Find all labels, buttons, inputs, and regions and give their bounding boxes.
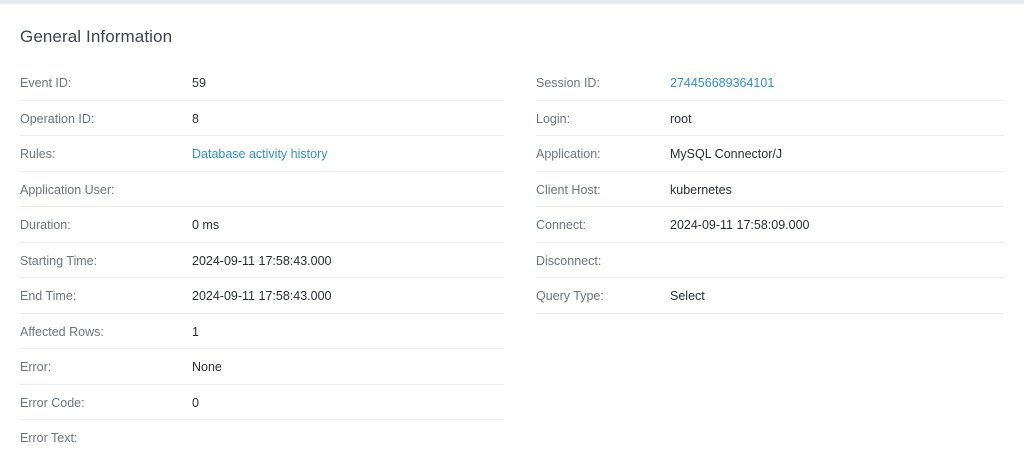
row-error-code: Error Code: 0 (20, 385, 504, 420)
client-host-value: kubernetes (670, 182, 732, 197)
connect-value: 2024-09-11 17:58:09.000 (670, 218, 810, 232)
top-strip (0, 0, 1024, 4)
event-id-label: Event ID: (20, 76, 72, 90)
client-host-label: Client Host: (536, 182, 601, 197)
row-client-host: Client Host: kubernetes (536, 172, 1004, 207)
affected-rows-value: 1 (192, 324, 199, 339)
row-event-id: Event ID: 59 (20, 65, 504, 101)
row-error: Error: None (20, 349, 504, 385)
starting-time-label: Starting Time: (20, 253, 98, 268)
connect-label: Connect: (536, 218, 587, 232)
end-time-label: End Time: (20, 289, 77, 303)
row-starting-time: Starting Time: 2024-09-11 17:58:43.000 (20, 243, 504, 278)
error-label: Error: (20, 360, 52, 374)
session-id-link[interactable]: 274456689364101 (670, 76, 774, 90)
application-value: MySQL Connector/J (670, 147, 783, 161)
row-disconnect: Disconnect: (536, 243, 1004, 278)
row-query-type: Query Type: Select (536, 278, 1004, 314)
application-label: Application: (536, 147, 601, 161)
login-label: Login: (536, 111, 571, 126)
query-type-label: Query Type: (536, 289, 604, 303)
row-application: Application: MySQL Connector/J (536, 136, 1004, 172)
row-session-id: Session ID: 274456689364101 (536, 65, 1004, 101)
row-duration: Duration: 0 ms (20, 207, 504, 243)
row-affected-rows: Affected Rows: 1 (20, 314, 504, 349)
row-error-text: Error Text: (20, 420, 504, 456)
duration-label: Duration: (20, 218, 71, 232)
row-end-time: End Time: 2024-09-11 17:58:43.000 (20, 278, 504, 314)
row-application-user: Application User: (20, 172, 504, 207)
session-id-label: Session ID: (536, 76, 600, 90)
operation-id-label: Operation ID: (20, 111, 95, 126)
row-connect: Connect: 2024-09-11 17:58:09.000 (536, 207, 1004, 243)
operation-id-value: 8 (192, 111, 199, 126)
right-column: Session ID: 274456689364101 Login: root … (536, 65, 1004, 314)
error-code-label: Error Code: (20, 395, 85, 410)
section-title: General Information (20, 27, 173, 46)
end-time-value: 2024-09-11 17:58:43.000 (192, 289, 332, 303)
rules-link[interactable]: Database activity history (192, 147, 327, 161)
row-login: Login: root (536, 101, 1004, 136)
starting-time-value: 2024-09-11 17:58:43.000 (192, 253, 332, 268)
affected-rows-label: Affected Rows: (20, 324, 104, 339)
row-operation-id: Operation ID: 8 (20, 101, 504, 136)
duration-value: 0 ms (192, 218, 220, 232)
rules-label: Rules: (20, 147, 56, 161)
error-code-value: 0 (192, 395, 199, 410)
error-text-label: Error Text: (20, 431, 78, 445)
disconnect-label: Disconnect: (536, 253, 602, 268)
left-column: Event ID: 59 Operation ID: 8 Rules: Data… (20, 65, 504, 456)
row-rules: Rules: Database activity history (20, 136, 504, 172)
application-user-label: Application User: (20, 182, 115, 197)
event-id-value: 59 (192, 76, 206, 90)
login-value: root (670, 111, 692, 126)
error-value: None (192, 360, 222, 374)
query-type-value: Select (670, 289, 705, 303)
